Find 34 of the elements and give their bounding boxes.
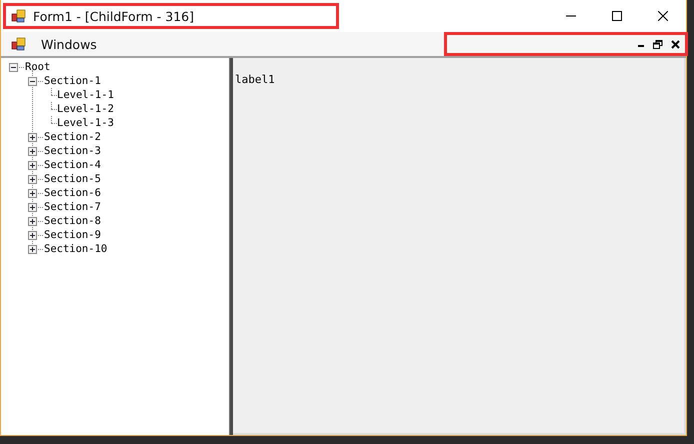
- tree-item[interactable]: Section-9: [44, 229, 101, 241]
- label: label1: [235, 73, 275, 86]
- restore-button[interactable]: [653, 40, 663, 48]
- expand-icon[interactable]: [28, 244, 37, 254]
- app-icon: [11, 36, 27, 52]
- tree-item[interactable]: Section-4: [44, 159, 101, 171]
- expand-icon[interactable]: [28, 216, 37, 226]
- tree-item[interactable]: Section-1: [44, 75, 101, 87]
- tree-item[interactable]: Section-6: [44, 187, 101, 199]
- tree-item[interactable]: Section-3: [44, 145, 101, 157]
- tree-item[interactable]: Section-2: [44, 131, 101, 143]
- expand-icon[interactable]: [28, 202, 37, 212]
- expand-icon[interactable]: [28, 174, 37, 184]
- tree-item[interactable]: Section-5: [44, 173, 101, 185]
- expand-icon[interactable]: [28, 160, 37, 170]
- tree-item[interactable]: Section-8: [44, 215, 101, 227]
- app-icon: [11, 8, 27, 24]
- maximize-icon: [612, 11, 622, 21]
- expand-icon[interactable]: [28, 132, 37, 142]
- close-button[interactable]: [671, 40, 680, 48]
- tree-item[interactable]: Level-1-3: [57, 117, 114, 129]
- tree-item[interactable]: Section-7: [44, 201, 101, 213]
- tree-item[interactable]: Level-1-2: [57, 103, 114, 115]
- expand-icon[interactable]: [28, 146, 37, 156]
- tree-item[interactable]: Level-1-1: [57, 89, 114, 101]
- tree-item[interactable]: Section-10: [44, 243, 108, 255]
- expand-icon[interactable]: [28, 230, 37, 240]
- close-icon: [658, 11, 668, 21]
- expand-icon[interactable]: [28, 188, 37, 198]
- collapse-icon[interactable]: [9, 62, 18, 72]
- collapse-icon[interactable]: [28, 76, 37, 86]
- menu-item[interactable]: Windows: [33, 36, 105, 52]
- tree-item[interactable]: Root: [25, 61, 50, 73]
- window-title: Form1 - [ChildForm - 316]: [33, 8, 194, 24]
